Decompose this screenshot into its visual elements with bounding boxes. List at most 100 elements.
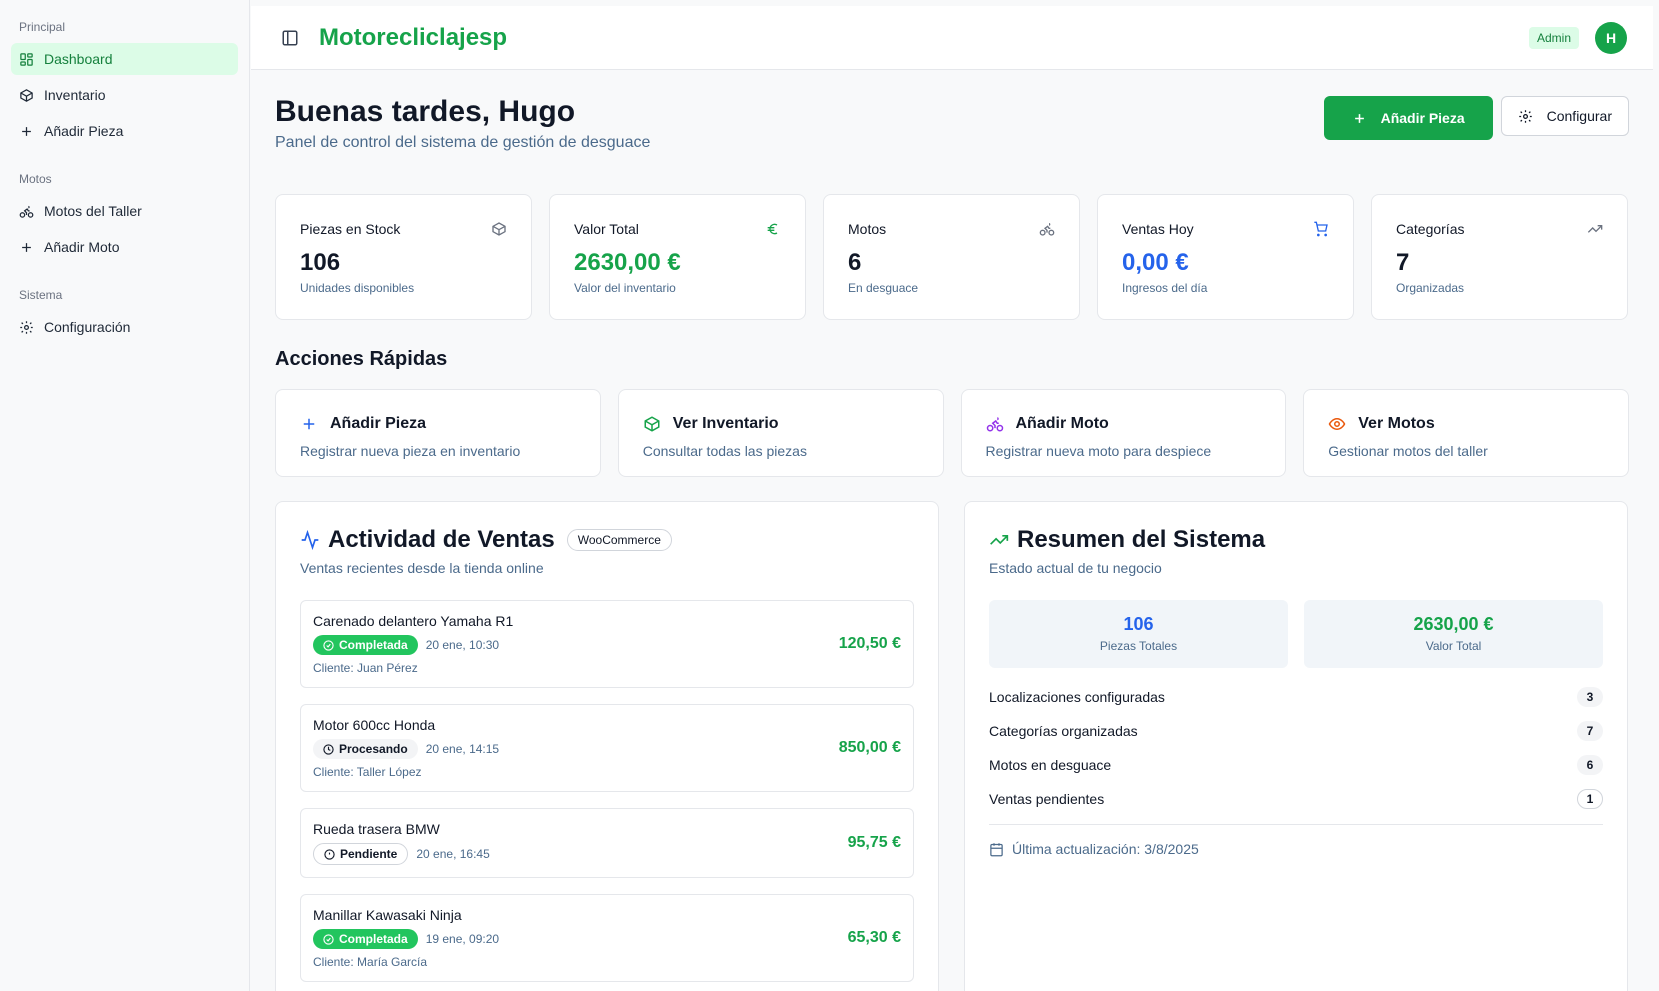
check-circle-icon xyxy=(323,933,334,945)
sidebar-item-configuracion[interactable]: Configuración xyxy=(11,311,238,343)
count-badge: 3 xyxy=(1577,687,1603,707)
dashboard-content: Buenas tardes, Hugo Panel de control del… xyxy=(251,70,1653,991)
sidebar-item-label: Añadir Moto xyxy=(44,239,120,255)
sidebar-group-label: Motos xyxy=(19,172,52,186)
sales-activity-panel: Actividad de Ventas WooCommerce Ventas r… xyxy=(275,501,939,991)
summary-tile-label: Valor Total xyxy=(1425,639,1482,653)
summary-row: Ventas pendientes 1 xyxy=(989,782,1603,816)
sale-amount: 65,30 € xyxy=(847,929,901,946)
brand-title: Motorecliclajesp xyxy=(319,23,508,51)
calendar-icon xyxy=(990,842,1003,856)
main-area: Motorecliclajesp Admin H Buenas tardes, … xyxy=(251,6,1653,991)
plus-icon xyxy=(22,126,31,136)
sidebar-group-motos: Motos Motos del Taller Añadir Moto xyxy=(11,172,238,263)
sale-item[interactable]: Carenado delantero Yamaha R1 Completada … xyxy=(300,600,914,688)
sale-date: 20 ene, 10:30 xyxy=(425,638,500,652)
summary-row-label: Motos en desguace xyxy=(989,757,1112,773)
grid-icon xyxy=(20,52,33,66)
status-label: Pendiente xyxy=(340,847,398,861)
quick-action-title: Añadir Moto xyxy=(1015,415,1109,432)
sale-date: 20 ene, 16:45 xyxy=(416,847,490,861)
sidebar: Principal Dashboard Inventario Añadir Pi… xyxy=(0,0,250,991)
stat-sub: Organizadas xyxy=(1396,281,1465,295)
stat-sub: En desguace xyxy=(848,281,919,295)
count-badge: 1 xyxy=(1577,789,1603,809)
sale-date: 19 ene, 09:20 xyxy=(425,932,500,946)
page-subtitle: Panel de control del sistema de gestión … xyxy=(275,134,651,151)
quick-actions-title: Acciones Rápidas xyxy=(275,348,448,370)
sale-name: Motor 600cc Honda xyxy=(313,717,436,733)
plus-icon xyxy=(22,242,31,252)
role-badge: Admin xyxy=(1528,26,1579,49)
sidebar-item-inventario[interactable]: Inventario xyxy=(11,79,238,111)
sidebar-group-sistema: Sistema Configuración xyxy=(11,288,238,343)
stat-sub: Valor del inventario xyxy=(574,281,676,295)
configure-button-label: Configurar xyxy=(1546,108,1612,124)
stat-sub: Unidades disponibles xyxy=(300,281,415,295)
sidebar-item-motos-taller[interactable]: Motos del Taller xyxy=(11,195,238,227)
sidebar-item-label: Inventario xyxy=(44,87,106,103)
stat-label: Piezas en Stock xyxy=(300,221,401,237)
sidebar-group-principal: Principal Dashboard Inventario Añadir Pi… xyxy=(11,20,238,147)
sidebar-toggle-icon[interactable] xyxy=(281,29,299,47)
status-label: Completada xyxy=(339,638,408,652)
trend-icon xyxy=(1587,225,1603,233)
sidebar-item-anadir-moto[interactable]: Añadir Moto xyxy=(11,231,238,263)
gear-icon xyxy=(1518,109,1532,123)
greeting-row: Buenas tardes, Hugo Panel de control del… xyxy=(275,94,1629,160)
sidebar-item-anadir-pieza[interactable]: Añadir Pieza xyxy=(11,115,238,147)
sidebar-group-label: Principal xyxy=(19,20,66,34)
summary-tile-value: 106 xyxy=(1123,614,1154,634)
quick-action-add-part[interactable]: Añadir Pieza Registrar nueva pieza en in… xyxy=(275,389,601,477)
sale-amount: 120,50 € xyxy=(838,635,901,652)
quick-action-view-bikes[interactable]: Ver Motos Gestionar motos del taller xyxy=(1303,389,1629,477)
status-badge: Pendiente xyxy=(313,843,409,865)
stats-row: Piezas en Stock 106 Unidades disponibles… xyxy=(275,194,1629,320)
activity-icon xyxy=(301,530,319,550)
status-label: Completada xyxy=(339,932,408,946)
sale-amount: 95,75 € xyxy=(847,834,901,851)
sale-name: Manillar Kawasaki Ninja xyxy=(313,907,462,923)
euro-icon xyxy=(767,223,778,235)
sidebar-group-label: Sistema xyxy=(19,288,63,302)
add-part-button[interactable]: Añadir Pieza xyxy=(1323,96,1493,140)
sidebar-item-dashboard[interactable]: Dashboard xyxy=(11,43,238,75)
trend-icon xyxy=(990,535,1009,545)
sale-item[interactable]: Manillar Kawasaki Ninja Completada 19 en… xyxy=(300,894,914,982)
sale-item[interactable]: Motor 600cc Honda Procesando 20 ene, 14:… xyxy=(300,704,914,792)
clock-icon xyxy=(323,743,334,755)
panels-row: Actividad de Ventas WooCommerce Ventas r… xyxy=(275,501,1629,991)
avatar[interactable]: H xyxy=(1595,21,1627,54)
page-title: Buenas tardes, Hugo xyxy=(275,95,576,128)
sale-client: Cliente: María García xyxy=(313,955,428,969)
summary-tile-pieces: 106 Piezas Totales xyxy=(989,600,1288,668)
stat-card-ventas: Ventas Hoy 0,00 € Ingresos del día xyxy=(1097,194,1354,320)
sale-name: Rueda trasera BMW xyxy=(313,821,440,837)
quick-action-title: Ver Inventario xyxy=(672,415,779,432)
stat-card-motos: Motos 6 En desguace xyxy=(823,194,1080,320)
quick-action-sub: Registrar nueva pieza en inventario xyxy=(300,443,521,459)
panel-title: Resumen del Sistema xyxy=(1017,526,1266,553)
bike-icon xyxy=(19,205,34,218)
status-badge: Completada xyxy=(313,635,418,655)
stat-value: 7 xyxy=(1396,249,1410,276)
status-label: Procesando xyxy=(339,742,408,756)
alert-circle-icon xyxy=(324,848,335,860)
panel-subtitle: Estado actual de tu negocio xyxy=(989,560,1162,576)
add-part-button-label: Añadir Pieza xyxy=(1380,110,1465,126)
system-summary-panel: Resumen del Sistema Estado actual de tu … xyxy=(964,501,1628,991)
stat-value: 0,00 € xyxy=(1122,249,1189,276)
gear-icon xyxy=(20,320,33,334)
plus-icon xyxy=(303,418,315,430)
quick-action-view-inventory[interactable]: Ver Inventario Consultar todas las pieza… xyxy=(617,389,944,477)
quick-action-add-bike[interactable]: Añadir Moto Registrar nueva moto para de… xyxy=(960,389,1287,477)
summary-row-label: Localizaciones configuradas xyxy=(989,689,1165,705)
sale-item[interactable]: Rueda trasera BMW Pendiente 20 ene, 16:4… xyxy=(300,808,914,878)
box-icon xyxy=(644,416,660,432)
sidebar-item-label: Configuración xyxy=(44,319,131,335)
box-icon xyxy=(20,88,33,102)
configure-button[interactable]: Configurar xyxy=(1500,96,1629,136)
quick-action-sub: Consultar todas las piezas xyxy=(642,443,807,459)
divider xyxy=(989,824,1603,825)
sidebar-item-label: Dashboard xyxy=(44,51,113,67)
